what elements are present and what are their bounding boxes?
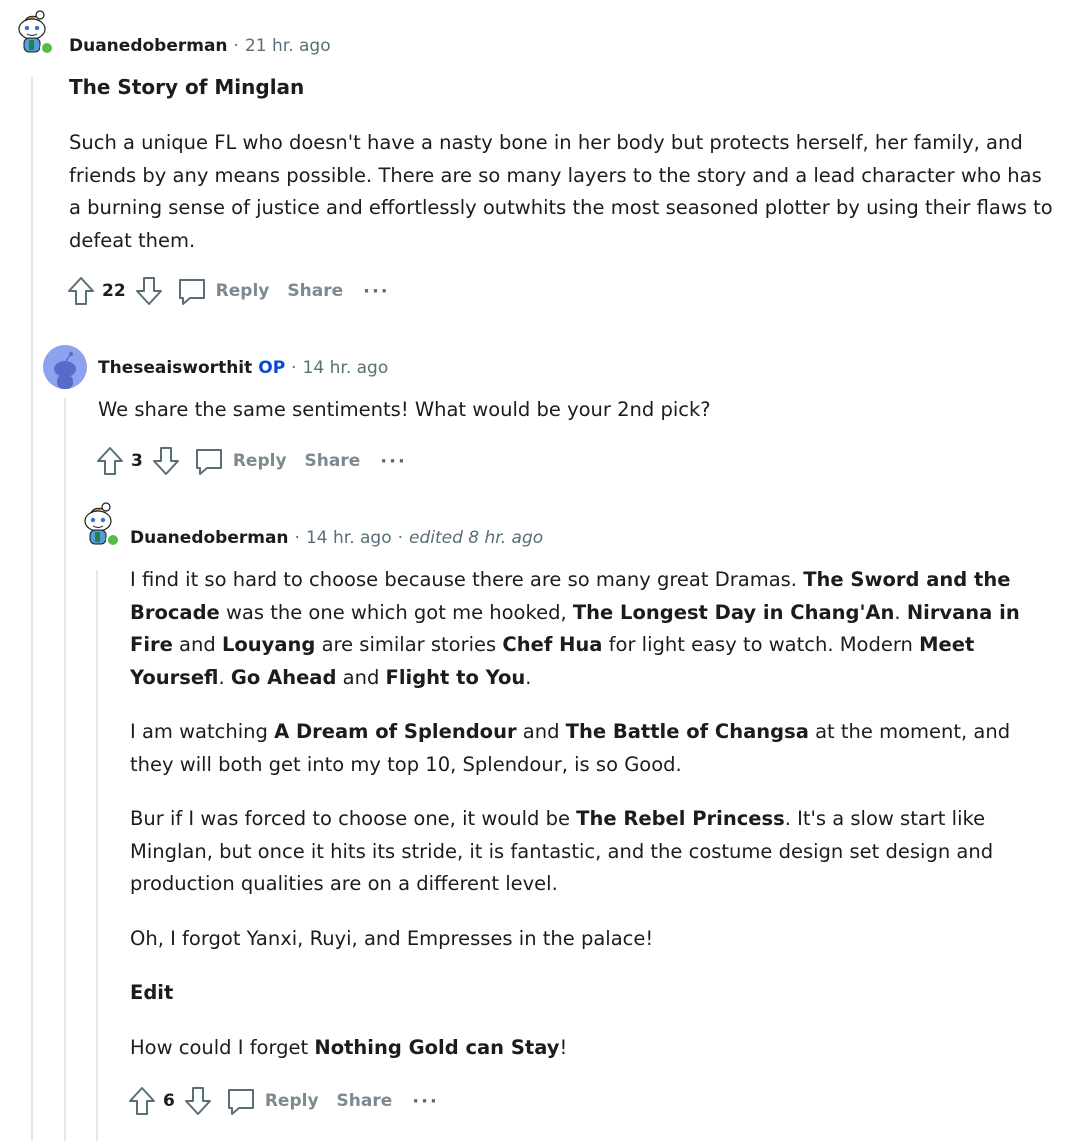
thread-line-level-2[interactable] bbox=[64, 398, 66, 1141]
more-options-icon[interactable]: ··· bbox=[412, 1091, 439, 1112]
comment-actions: 3 Reply Share ··· bbox=[95, 445, 407, 477]
avatar[interactable] bbox=[43, 345, 87, 389]
comment-text: I am watching bbox=[130, 720, 275, 743]
timestamp[interactable]: 14 hr. ago bbox=[303, 358, 389, 378]
comment-text: and bbox=[336, 665, 386, 689]
online-status-dot bbox=[40, 41, 54, 54]
speech-bubble-icon bbox=[195, 449, 222, 475]
edited-label: edited 8 hr. ago bbox=[409, 528, 544, 548]
speech-bubble-icon bbox=[178, 279, 205, 305]
bold-title-text: Chef Hua bbox=[502, 633, 603, 656]
comment-text: Bur if I was forced to choose one, it wo… bbox=[130, 807, 577, 830]
bold-title-text: Nothing Gold can Stay bbox=[314, 1035, 560, 1059]
comment-actions: 22 Reply Share ··· bbox=[66, 275, 390, 307]
author-name[interactable]: Duanedoberman bbox=[69, 36, 228, 56]
comment-paragraph: I am watching A Dream of Splendour and T… bbox=[130, 716, 1050, 781]
timestamp[interactable]: 14 hr. ago bbox=[306, 528, 392, 548]
comment-text: and bbox=[516, 720, 566, 743]
default-snoo-avatar-icon bbox=[43, 345, 87, 389]
comment-paragraph: We share the same sentiments! What would… bbox=[98, 398, 711, 421]
comment-paragraph: How could I forget Nothing Gold can Stay… bbox=[130, 1032, 1050, 1065]
comment-text: are similar stories bbox=[315, 633, 503, 656]
comment-text: . bbox=[525, 665, 532, 689]
op-badge: OP bbox=[258, 358, 286, 378]
vote-score: 3 bbox=[131, 451, 143, 471]
comment-text: was the one which got me hooked, bbox=[219, 600, 573, 624]
share-button[interactable]: Share bbox=[287, 281, 343, 301]
upvote-arrow-icon[interactable] bbox=[66, 275, 96, 307]
more-options-icon[interactable]: ··· bbox=[380, 451, 407, 472]
comment-text: . bbox=[894, 600, 907, 624]
thread-line-level-3[interactable] bbox=[96, 570, 98, 1141]
avatar[interactable] bbox=[76, 502, 120, 546]
bold-title-text: The Longest Day in Chang'An bbox=[572, 600, 895, 624]
comment-paragraph: Bur if I was forced to choose one, it wo… bbox=[130, 803, 1050, 901]
meta-separator: · bbox=[233, 36, 239, 56]
bold-title-text: Edit bbox=[130, 981, 174, 1004]
vote-score: 22 bbox=[102, 281, 126, 301]
bold-title-text: Flight to You bbox=[385, 665, 526, 689]
comment-meta: Duanedoberman · 21 hr. ago bbox=[69, 36, 331, 56]
avatar[interactable] bbox=[10, 10, 54, 54]
bold-title-text: Louyang bbox=[221, 633, 316, 656]
reply-label: Reply bbox=[215, 281, 270, 301]
comment-text: How could I forget bbox=[130, 1035, 315, 1059]
reply-label: Reply bbox=[232, 451, 287, 471]
meta-separator: · bbox=[294, 528, 300, 548]
snoo-avatar-icon bbox=[18, 10, 54, 54]
share-button[interactable]: Share bbox=[305, 451, 361, 471]
upvote-arrow-icon[interactable] bbox=[95, 445, 125, 477]
timestamp[interactable]: 21 hr. ago bbox=[245, 36, 331, 56]
snoo-avatar-icon bbox=[84, 502, 120, 546]
comment-text: . bbox=[218, 665, 231, 689]
bold-title-text: The Battle of Changsa bbox=[565, 720, 809, 743]
author-name[interactable]: Theseaisworthit bbox=[98, 358, 252, 378]
online-status-dot bbox=[106, 533, 120, 546]
comment-text: Oh, I forgot Yanxi, Ruyi, and Empresses … bbox=[130, 926, 654, 950]
comment-paragraph: Oh, I forgot Yanxi, Ruyi, and Empresses … bbox=[130, 923, 1050, 956]
meta-separator: · bbox=[291, 358, 297, 378]
downvote-arrow-icon[interactable] bbox=[183, 1085, 213, 1117]
comment-paragraph: Such a unique FL who doesn't have a nast… bbox=[69, 131, 1053, 252]
comment-meta: Theseaisworthit OP · 14 hr. ago bbox=[98, 358, 388, 378]
reply-label: Reply bbox=[264, 1091, 319, 1111]
comment-meta: Duanedoberman · 14 hr. ago · edited 8 hr… bbox=[130, 528, 543, 548]
author-name[interactable]: Duanedoberman bbox=[130, 528, 289, 548]
bold-title-text: The Rebel Princess bbox=[576, 807, 785, 830]
post-title: The Story of Minglan bbox=[69, 75, 305, 99]
comment-paragraph: Edit bbox=[130, 977, 1050, 1010]
meta-separator: · bbox=[397, 528, 404, 548]
reply-button[interactable]: Reply bbox=[176, 275, 270, 307]
comment-text: ! bbox=[559, 1035, 568, 1059]
comment-text: and bbox=[172, 633, 222, 656]
comment-actions: 6 Reply Share ··· bbox=[127, 1085, 439, 1117]
reply-button[interactable]: Reply bbox=[225, 1085, 319, 1117]
reply-button[interactable]: Reply bbox=[193, 445, 287, 477]
share-button[interactable]: Share bbox=[337, 1091, 393, 1111]
downvote-arrow-icon[interactable] bbox=[134, 275, 164, 307]
speech-bubble-icon bbox=[227, 1089, 254, 1115]
bold-title-text: A Dream of Splendour bbox=[274, 720, 517, 743]
comment-text: for light easy to watch. Modern bbox=[602, 633, 920, 656]
comment-text: I find it so hard to choose because ther… bbox=[130, 568, 804, 591]
upvote-arrow-icon[interactable] bbox=[127, 1085, 157, 1117]
vote-score: 6 bbox=[163, 1091, 175, 1111]
bold-title-text: Go Ahead bbox=[230, 665, 337, 689]
downvote-arrow-icon[interactable] bbox=[151, 445, 181, 477]
thread-line-level-1[interactable] bbox=[31, 76, 33, 1141]
comment-body: Such a unique FL who doesn't have a nast… bbox=[69, 127, 1059, 257]
comment-paragraph: I find it so hard to choose because ther… bbox=[130, 564, 1050, 694]
comment-body: We share the same sentiments! What would… bbox=[98, 394, 1058, 427]
more-options-icon[interactable]: ··· bbox=[363, 281, 390, 302]
comment-body: I find it so hard to choose because ther… bbox=[130, 564, 1050, 1064]
